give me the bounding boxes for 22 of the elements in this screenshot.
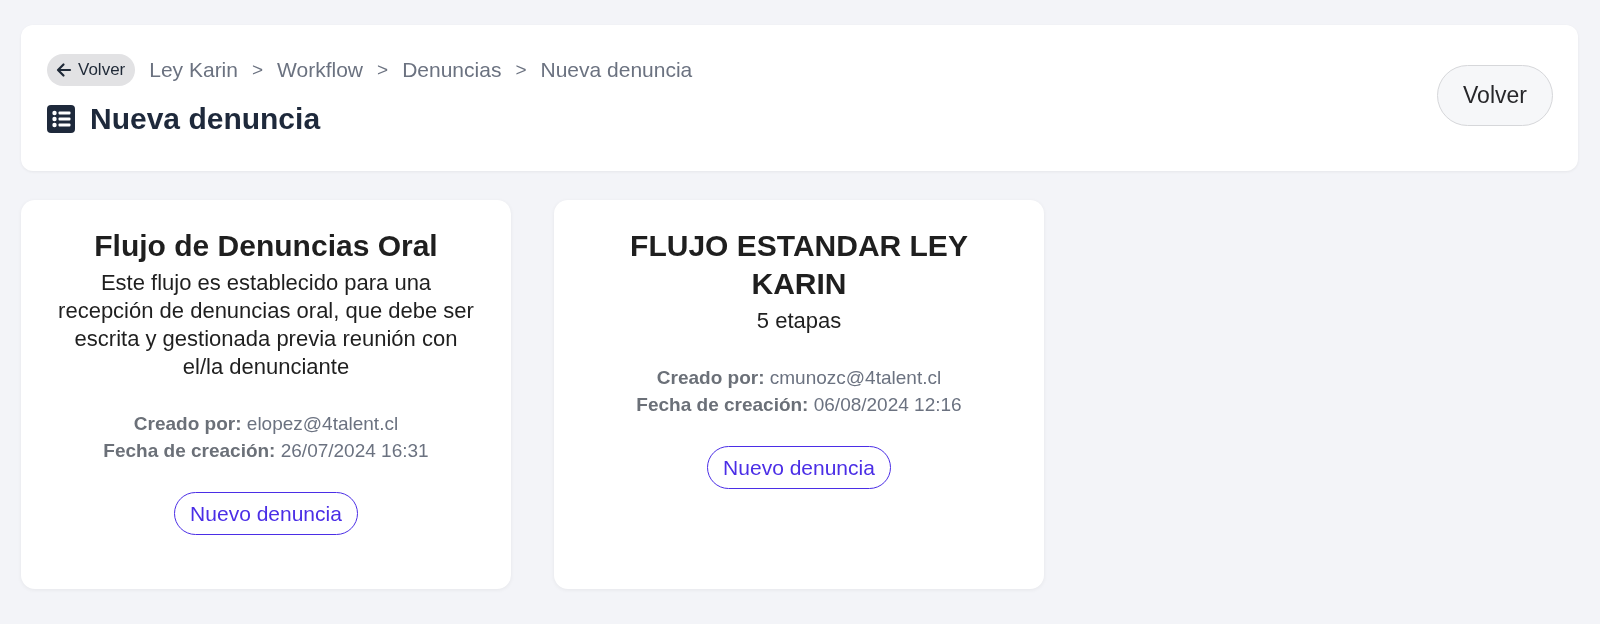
arrow-left-icon xyxy=(56,62,72,78)
metadata-text: Fecha de creación: 06/08/2024 12:16 xyxy=(636,393,962,417)
metadata-text: Fecha de creación: 26/07/2024 16:31 xyxy=(103,439,429,463)
metadata-text: Creado por: elopez@4talent.cl xyxy=(132,412,400,436)
breadcrumb-separator: > xyxy=(251,59,264,81)
card-title: Flujo de Denuncias Oral xyxy=(94,228,438,264)
breadcrumb-separator: > xyxy=(377,59,389,81)
card-title: FLUJO ESTANDAR LEY KARIN xyxy=(629,228,969,302)
breadcrumb-link[interactable]: Workflow xyxy=(277,58,364,82)
metadata-text: Creado por: cmunozc@4talent.cl xyxy=(655,366,943,390)
card-description: 5 etapas xyxy=(756,307,842,335)
breadcrumb-link[interactable]: Denuncias xyxy=(402,58,502,82)
back-button[interactable]: Volver xyxy=(1437,65,1553,126)
page-title: Nueva denuncia xyxy=(90,101,321,137)
breadcrumb-separator: > xyxy=(515,59,527,81)
breadcrumb-current: Nueva denuncia xyxy=(540,58,693,82)
new-complaint-button[interactable]: Nuevo denuncia xyxy=(174,492,358,535)
new-complaint-button[interactable]: Nuevo denuncia xyxy=(707,446,891,489)
list-icon xyxy=(47,105,75,133)
card-description: Este flujo es establecido para una recepción de denuncias oral, que debe ser escrita y gestionada previa reunión con el/la denunciante xyxy=(57,269,475,381)
breadcrumb-link[interactable]: Ley Karin xyxy=(149,58,238,82)
back-chip[interactable]: Volver xyxy=(47,54,136,86)
